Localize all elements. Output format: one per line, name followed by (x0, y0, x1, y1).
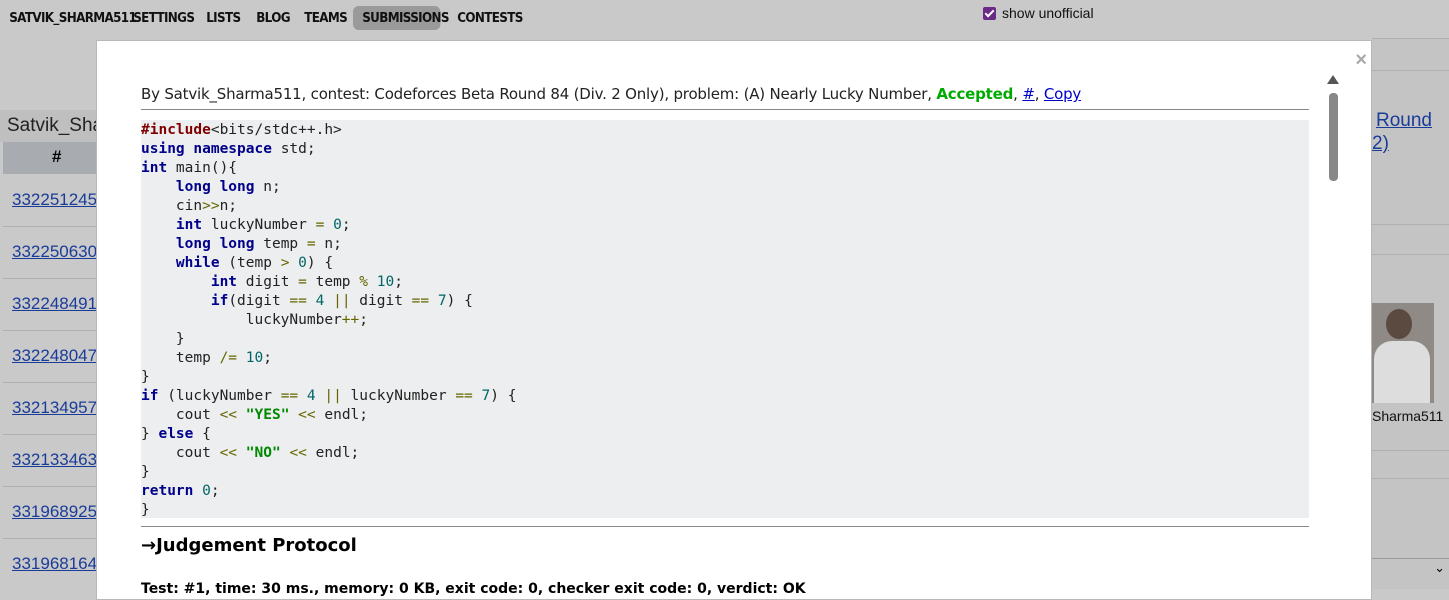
code-line: temp /= 10; (141, 350, 272, 366)
code-line: } (141, 331, 185, 347)
code-line: luckyNumber++; (141, 312, 368, 328)
submission-link[interactable]: 331968925 (12, 502, 97, 522)
code-line: int digit = temp % 10; (210, 274, 403, 290)
divider (1372, 254, 1449, 255)
row-divider (3, 278, 96, 279)
divider (1372, 70, 1449, 71)
nav-blog[interactable]: BLOG (247, 6, 299, 30)
code-line: cout << "NO" << endl; (141, 445, 360, 461)
column-header-id: # (52, 147, 62, 166)
code-line: return 0; (141, 483, 220, 499)
row-divider (3, 382, 96, 383)
header-text: By Satvik_Sharma511, contest: Codeforces… (141, 85, 937, 103)
submission-link[interactable]: 332250630 (12, 242, 97, 262)
code-line: #include<bits/stdc++.h> (141, 122, 342, 138)
divider (1372, 224, 1449, 225)
code-line: using namespace std; (141, 141, 316, 157)
code-line: int luckyNumber = 0; (175, 217, 351, 233)
code-line: if (luckyNumber == 4 || luckyNumber == 7… (141, 388, 517, 404)
row-divider (3, 538, 96, 539)
divider (1372, 38, 1449, 39)
submissions-table-title: Satvik_Sharma511 (0, 110, 166, 142)
username-label[interactable]: Sharma511 (1372, 408, 1443, 424)
submission-link[interactable]: 332133463 (12, 450, 97, 470)
code-line: } (141, 502, 150, 518)
code-line: } else { (141, 426, 211, 442)
judgement-protocol-title[interactable]: →Judgement Protocol (141, 535, 357, 556)
divider (1372, 450, 1449, 451)
code-line: cin>>n; (141, 198, 238, 214)
test-result-line: Test: #1, time: 30 ms., memory: 0 KB, ex… (141, 581, 806, 597)
nav-submissions[interactable]: SUBMISSIONS (353, 6, 449, 30)
submission-modal: × By Satvik_Sharma511, contest: Codeforc… (96, 40, 1372, 600)
nav-settings[interactable]: SETTINGS (124, 6, 204, 30)
code-line: cout << "YES" << endl; (141, 407, 369, 423)
code-line: if(digit == 4 || digit == 7) { (210, 293, 473, 309)
checkbox-checked-icon[interactable] (983, 7, 996, 20)
top-nav: SATVIK_SHARMA511 SETTINGS LISTS BLOG TEA… (0, 0, 1449, 38)
copy-link[interactable]: Copy (1044, 85, 1081, 103)
submission-link[interactable]: 331968164 (12, 554, 97, 574)
chevron-down-icon: ⌄ (1434, 560, 1445, 575)
submission-link[interactable]: 332248491 (12, 294, 97, 314)
code-line: while (temp > 0) { (175, 255, 334, 271)
divider (141, 526, 1309, 527)
code-line: int main(){ (141, 160, 238, 176)
right-sidebar: Round 2) Sharma511 ⌄ (1372, 38, 1449, 589)
submission-link[interactable]: 332248047 (12, 346, 97, 366)
source-code-block: #include<bits/stdc++.h> using namespace … (141, 120, 1309, 518)
dropdown-select[interactable]: ⌄ (1372, 558, 1449, 581)
submission-header: By Satvik_Sharma511, contest: Codeforces… (141, 85, 1082, 103)
divider (141, 109, 1309, 110)
contest-link-cont[interactable]: 2) (1372, 133, 1389, 155)
nav-teams[interactable]: TEAMS (295, 6, 356, 30)
scroll-up-arrow-icon[interactable] (1327, 75, 1339, 84)
nav-lists[interactable]: LISTS (197, 6, 250, 30)
code-line: } (141, 369, 150, 385)
avatar-body-shape (1374, 341, 1430, 403)
contest-link[interactable]: Round (1376, 110, 1432, 132)
code-line: long long n; (175, 179, 281, 195)
avatar[interactable] (1372, 303, 1434, 403)
code-line: } (141, 464, 150, 480)
submission-link[interactable]: 332251245 (12, 190, 97, 210)
scrollbar-thumb[interactable] (1329, 93, 1338, 181)
divider (1372, 478, 1449, 479)
row-divider (3, 434, 96, 435)
row-divider (3, 330, 96, 331)
nav-contests[interactable]: CONTESTS (448, 6, 532, 30)
show-unofficial-label: show unofficial (1002, 5, 1094, 21)
show-unofficial-toggle[interactable]: show unofficial (983, 5, 1094, 21)
close-icon[interactable]: × (1355, 49, 1367, 72)
submission-link[interactable]: 332134957 (12, 398, 97, 418)
table-header: # (3, 142, 96, 174)
row-divider (3, 486, 96, 487)
row-divider (3, 226, 96, 227)
avatar-head-shape (1386, 309, 1412, 339)
code-line: long long temp = n; (175, 236, 342, 252)
verdict-accepted: Accepted (936, 85, 1014, 103)
hash-link[interactable]: # (1022, 85, 1035, 103)
